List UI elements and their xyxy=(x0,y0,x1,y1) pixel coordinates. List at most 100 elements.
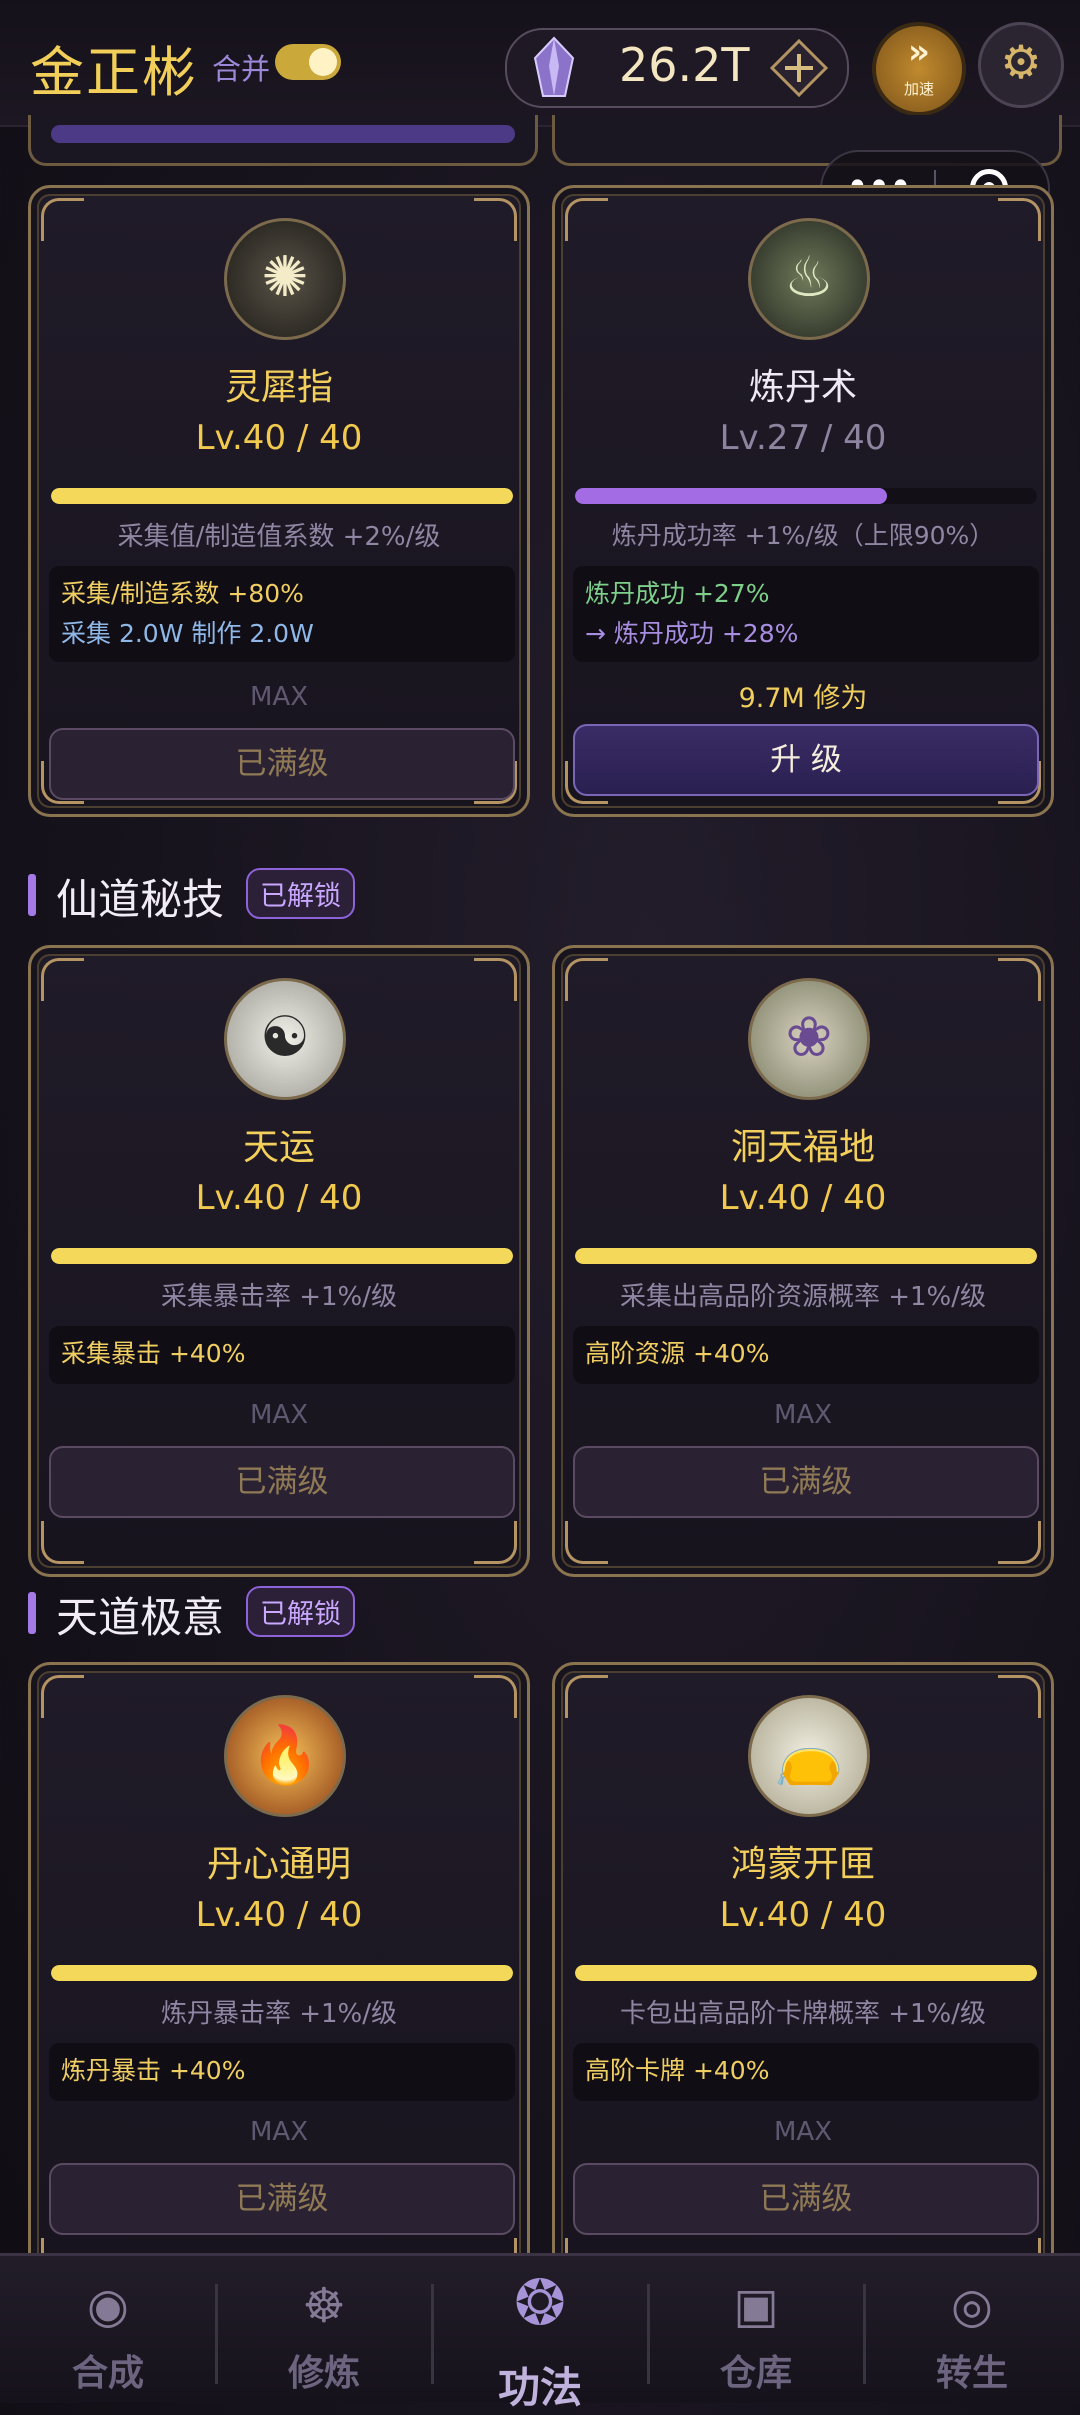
level-progress-bar xyxy=(575,1965,1037,1981)
level-progress-bar xyxy=(575,488,1037,504)
skill-name: 鸿蒙开匣 xyxy=(730,1844,875,1885)
effect-line: → 炼丹成功 +28% xyxy=(585,619,799,648)
skill-description: 采集出高品阶资源概率 +1%/级 xyxy=(619,1282,987,1312)
nav-tab-rebirth[interactable]: ◎ 转生 xyxy=(864,2256,1080,2403)
merge-toggle[interactable] xyxy=(275,44,341,80)
effect-line: 炼丹暴击 +40% xyxy=(61,2056,246,2085)
nav-label: 功法 xyxy=(497,2363,582,2412)
alchemy-cauldron-icon: ♨ xyxy=(748,218,870,340)
nav-tab-warehouse[interactable]: ▣ 仓库 xyxy=(648,2256,864,2403)
max-label: MAX xyxy=(249,2117,309,2147)
treasure-pouch-icon: 👝 xyxy=(748,1695,870,1817)
skill-card-danxin: 🔥 丹心通明 Lv.40 / 40 炼丹暴击率 +1%/级 炼丹暴击 +40% … xyxy=(28,1662,530,2294)
level-progress-fill xyxy=(575,1965,1037,1981)
partial-card-left xyxy=(28,115,538,166)
max-level-button[interactable]: 已满级 xyxy=(49,2163,515,2235)
partial-progress-bar xyxy=(51,125,515,143)
effect-box: 采集暴击 +40% xyxy=(49,1326,515,1384)
section-title: 仙道秘技 xyxy=(56,875,225,924)
skill-card-lingxi: ✺ 灵犀指 Lv.40 / 40 采集值/制造值系数 +2%/级 采集/制造系数… xyxy=(28,185,530,817)
yin-yang-icon: ☯ xyxy=(224,978,346,1100)
merge-label: 合并 xyxy=(212,52,271,86)
max-level-button[interactable]: 已满级 xyxy=(49,728,515,800)
skill-name: 丹心通明 xyxy=(206,1844,351,1885)
top-bar: 金正彬 合并 26.2T » 加速 ⚙ xyxy=(0,0,1080,127)
nav-tab-synthesis[interactable]: ◉ 合成 xyxy=(0,2256,216,2403)
settings-button[interactable]: ⚙ xyxy=(978,22,1064,108)
skill-name: 天运 xyxy=(242,1127,315,1168)
max-label: MAX xyxy=(249,682,309,712)
skill-card-alchemy: ♨ 炼丹术 Lv.27 / 40 炼丹成功率 +1%/级（上限90%） 炼丹成功… xyxy=(552,185,1054,817)
level-progress-fill xyxy=(51,1248,513,1264)
flame-heart-icon: 🔥 xyxy=(224,1695,346,1817)
skill-card-tianyun: ☯ 天运 Lv.40 / 40 采集暴击率 +1%/级 采集暴击 +40% MA… xyxy=(28,945,530,1577)
max-level-button[interactable]: 已满级 xyxy=(573,2163,1039,2235)
section-title: 天道极意 xyxy=(56,1593,225,1642)
skill-level: Lv.27 / 40 xyxy=(719,418,887,458)
lingxi-finger-icon: ✺ xyxy=(224,218,346,340)
effect-line: 炼丹成功 +27% xyxy=(585,579,770,608)
section-accent xyxy=(28,1592,36,1634)
bottom-nav: ◉ 合成 ☸ 修炼 ❂ 功法 ▣ 仓库 ◎ 转生 xyxy=(0,2253,1080,2412)
upgrade-cost: 9.7M 修为 xyxy=(738,683,868,714)
unlocked-badge: 已解锁 xyxy=(246,868,355,919)
skill-description: 卡包出高品阶卡牌概率 +1%/级 xyxy=(619,1999,987,2029)
effect-line: 高阶卡牌 +40% xyxy=(585,2056,770,2085)
skill-level: Lv.40 / 40 xyxy=(195,418,363,458)
crystal-icon xyxy=(533,36,575,97)
effect-line: 采集 2.0W 制作 2.0W xyxy=(61,619,314,648)
rebirth-icon: ◎ xyxy=(951,2278,993,2334)
player-name: 金正彬 xyxy=(30,41,198,104)
max-label: MAX xyxy=(249,1400,309,1430)
speed-up-button[interactable]: » 加速 xyxy=(872,22,966,116)
level-progress-bar xyxy=(575,1248,1037,1264)
currency-display: 26.2T xyxy=(505,28,849,108)
upgrade-button[interactable]: 升 级 xyxy=(573,724,1039,796)
nav-label: 转生 xyxy=(935,2353,1008,2394)
synthesis-icon: ◉ xyxy=(87,2278,129,2334)
max-label: MAX xyxy=(773,1400,833,1430)
level-progress-fill xyxy=(51,488,513,504)
skill-name: 洞天福地 xyxy=(730,1127,875,1168)
level-progress-fill xyxy=(575,1248,1037,1264)
skill-description: 采集值/制造值系数 +2%/级 xyxy=(117,522,441,552)
effect-box: 高阶资源 +40% xyxy=(573,1326,1039,1384)
add-currency-button[interactable] xyxy=(769,38,829,98)
skill-card-hongmeng: 👝 鸿蒙开匣 Lv.40 / 40 卡包出高品阶卡牌概率 +1%/级 高阶卡牌 … xyxy=(552,1662,1054,2294)
skill-card-dongtian: ❀ 洞天福地 Lv.40 / 40 采集出高品阶资源概率 +1%/级 高阶资源 … xyxy=(552,945,1054,1577)
effect-box: 炼丹暴击 +40% xyxy=(49,2043,515,2101)
toggle-knob xyxy=(309,48,337,76)
meditation-icon: ☸ xyxy=(302,2278,346,2334)
skill-description: 采集暴击率 +1%/级 xyxy=(160,1282,398,1312)
max-label: MAX xyxy=(773,2117,833,2147)
skill-description: 炼丹成功率 +1%/级（上限90%） xyxy=(611,521,995,550)
skill-level: Lv.40 / 40 xyxy=(719,1178,887,1218)
fast-forward-icon: » xyxy=(908,32,930,72)
unlocked-badge: 已解锁 xyxy=(246,1586,355,1637)
skill-description: 炼丹暴击率 +1%/级 xyxy=(160,1999,398,2029)
skill-name: 炼丹术 xyxy=(748,367,857,408)
nav-label: 仓库 xyxy=(719,2353,792,2394)
nav-tab-cultivation[interactable]: ☸ 修炼 xyxy=(216,2256,432,2403)
effect-box: 炼丹成功 +27% → 炼丹成功 +28% xyxy=(573,566,1039,662)
technique-icon: ❂ xyxy=(514,2266,566,2339)
nav-label: 合成 xyxy=(71,2353,144,2394)
effect-box: 采集/制造系数 +80% 采集 2.0W 制作 2.0W xyxy=(49,566,515,662)
max-level-button[interactable]: 已满级 xyxy=(573,1446,1039,1518)
effect-box: 高阶卡牌 +40% xyxy=(573,2043,1039,2101)
warehouse-icon: ▣ xyxy=(733,2278,779,2334)
nav-tab-technique[interactable]: ❂ 功法 xyxy=(432,2256,648,2412)
effect-line: 采集/制造系数 +80% xyxy=(61,579,304,608)
skill-level: Lv.40 / 40 xyxy=(719,1895,887,1935)
skill-name: 灵犀指 xyxy=(224,367,333,408)
level-progress-fill xyxy=(51,1965,513,1981)
section-accent xyxy=(28,874,36,916)
max-level-button[interactable]: 已满级 xyxy=(49,1446,515,1518)
skill-level: Lv.40 / 40 xyxy=(195,1895,363,1935)
speed-label: 加速 xyxy=(903,80,934,98)
level-progress-bar xyxy=(51,1248,513,1264)
skill-level: Lv.40 / 40 xyxy=(195,1178,363,1218)
level-progress-fill xyxy=(575,488,887,504)
level-progress-bar xyxy=(51,488,513,504)
currency-value: 26.2T xyxy=(619,38,750,92)
